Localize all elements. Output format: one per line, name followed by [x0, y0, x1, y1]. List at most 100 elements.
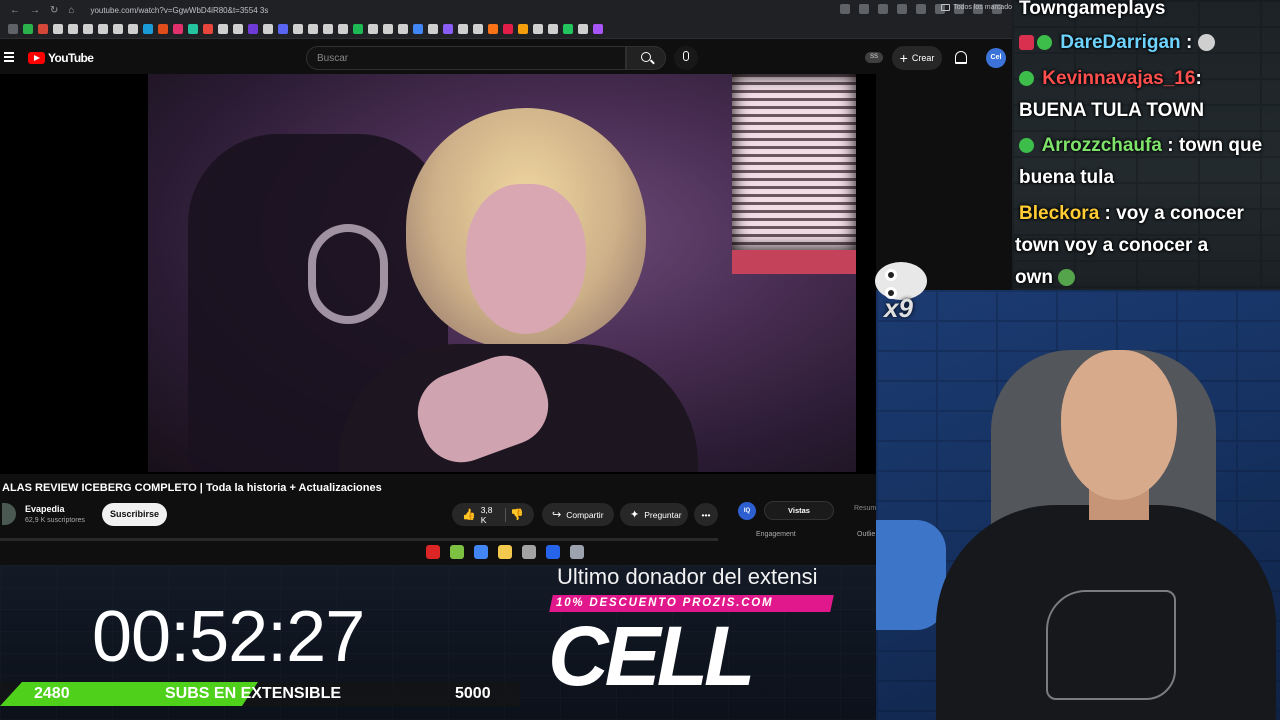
taskbar-app-icon[interactable] — [474, 545, 488, 559]
emote-combo-eyes — [885, 268, 917, 299]
bookmark-favicon-icon[interactable] — [533, 24, 543, 34]
bookmark-favicon-icon[interactable] — [488, 24, 498, 34]
webcam-shirt-print — [1046, 590, 1176, 700]
voice-search-button[interactable] — [674, 46, 698, 70]
bookmark-favicon-icon[interactable] — [518, 24, 528, 34]
taskbar-app-icon[interactable] — [426, 545, 440, 559]
all-bookmarks-folder[interactable]: Todos los marcado — [941, 4, 1012, 11]
taskbar-app-icon[interactable] — [570, 545, 584, 559]
bookmark-favicon-icon[interactable] — [443, 24, 453, 34]
tab-summary[interactable]: Resum — [854, 505, 876, 512]
bookmark-star-icon[interactable] — [878, 4, 888, 14]
share-button[interactable]: ↪ Compartir — [542, 503, 614, 526]
chat-username: Kevinnavajas_16 — [1042, 68, 1196, 89]
bookmark-favicon-icon[interactable] — [173, 24, 183, 34]
bookmark-favicon-icon[interactable] — [113, 24, 123, 34]
bookmark-favicon-icon[interactable] — [578, 24, 588, 34]
engagement-label: Engagement — [756, 531, 796, 538]
extension-icon[interactable] — [897, 4, 907, 14]
bookmark-favicon-icon[interactable] — [503, 24, 513, 34]
share-page-icon[interactable] — [859, 4, 869, 14]
address-bar[interactable]: youtube.com/watch?v=GgwWbD4iR80&t=3554 3… — [90, 6, 268, 15]
youtube-logo[interactable]: YouTube — [28, 51, 94, 65]
bookmark-favicon-icon[interactable] — [143, 24, 153, 34]
taskbar-app-icon[interactable] — [546, 545, 560, 559]
chat-username: DareDarrigan — [1060, 32, 1181, 53]
account-avatar[interactable]: Cel — [986, 48, 1006, 68]
bookmark-favicon-icon[interactable] — [308, 24, 318, 34]
extension-badge[interactable]: SS — [865, 52, 883, 63]
bookmark-favicon-icon[interactable] — [563, 24, 573, 34]
bookmark-favicon-icon[interactable] — [218, 24, 228, 34]
subs-goal-target: 5000 — [455, 685, 491, 702]
bookmark-favicon-icon[interactable] — [188, 24, 198, 34]
bookmark-favicon-icon[interactable] — [23, 24, 33, 34]
bookmark-favicon-icon[interactable] — [548, 24, 558, 34]
like-count[interactable]: 3,8 K — [481, 505, 496, 525]
more-actions-button[interactable]: ••• — [694, 503, 718, 526]
bookmark-favicon-icon[interactable] — [233, 24, 243, 34]
search-input[interactable]: Buscar — [306, 46, 626, 70]
bookmark-favicon-icon[interactable] — [8, 24, 18, 34]
bookmark-favicon-icon[interactable] — [338, 24, 348, 34]
create-label: Crear — [911, 53, 935, 63]
chat-message-line: town voy a conocer a — [1015, 235, 1208, 257]
video-player[interactable] — [0, 74, 876, 474]
thumbs-down-icon[interactable]: 👎 — [510, 509, 524, 520]
bookmark-favicon-icon[interactable] — [53, 24, 63, 34]
create-button[interactable]: + Crear — [892, 46, 942, 70]
bookmark-favicon-icon[interactable] — [68, 24, 78, 34]
thumbs-up-icon[interactable]: 👍 — [462, 509, 476, 520]
like-dislike-group: 👍 3,8 K 👎 — [452, 503, 534, 526]
youtube-play-icon — [28, 52, 45, 64]
outlier-label: Outlie — [857, 531, 876, 538]
chat-message-text: town voy a conocer a — [1015, 235, 1209, 256]
taskbar-app-icon[interactable] — [450, 545, 464, 559]
subscribe-button[interactable]: Suscribirse — [102, 503, 167, 526]
video-frame[interactable] — [148, 74, 856, 472]
zoom-icon[interactable] — [840, 4, 850, 14]
bookmark-favicon-icon[interactable] — [458, 24, 468, 34]
forward-icon[interactable]: → — [30, 5, 40, 16]
bookmark-favicon-icon[interactable] — [383, 24, 393, 34]
bookmark-favicon-icon[interactable] — [413, 24, 423, 34]
notifications-bell-icon[interactable] — [955, 51, 967, 64]
hamburger-menu-icon[interactable] — [4, 52, 14, 62]
back-icon[interactable]: ← — [10, 5, 20, 16]
sparkle-icon: ✦ — [630, 508, 640, 521]
bookmark-favicon-icon[interactable] — [38, 24, 48, 34]
search-button[interactable] — [626, 46, 666, 70]
bookmark-favicon-icon[interactable] — [248, 24, 258, 34]
taskbar-app-icon[interactable] — [498, 545, 512, 559]
bookmark-favicon-icon[interactable] — [98, 24, 108, 34]
bookmark-favicon-icon[interactable] — [593, 24, 603, 34]
bookmark-favicon-icon[interactable] — [428, 24, 438, 34]
last-donor-title: Ultimo donador del extensi — [557, 564, 818, 589]
bookmark-favicon-icon[interactable] — [398, 24, 408, 34]
channel-name[interactable]: Evapedia — [25, 504, 65, 514]
bookmark-favicon-icon[interactable] — [278, 24, 288, 34]
bookmark-favicon-icon[interactable] — [263, 24, 273, 34]
bookmark-favicon-icon[interactable] — [158, 24, 168, 34]
tab-views[interactable]: Vistas — [764, 501, 834, 520]
chat-message-line: BUENA TULA TOWN — [1019, 100, 1204, 122]
folder-icon — [941, 4, 951, 11]
extensible-timer: 00:52:27 — [92, 597, 365, 677]
channel-avatar[interactable] — [2, 503, 16, 525]
extension-icon[interactable] — [916, 4, 926, 14]
bookmark-favicon-icon[interactable] — [293, 24, 303, 34]
bookmark-favicon-icon[interactable] — [128, 24, 138, 34]
bookmark-favicon-icon[interactable] — [473, 24, 483, 34]
bookmark-favicon-icon[interactable] — [368, 24, 378, 34]
ask-button[interactable]: ✦ Preguntar — [620, 503, 688, 526]
bookmark-favicon-icon[interactable] — [83, 24, 93, 34]
bookmark-favicon-icon[interactable] — [353, 24, 363, 34]
taskbar-app-icon[interactable] — [522, 545, 536, 559]
bookmark-favicon-icon[interactable] — [323, 24, 333, 34]
reload-icon[interactable]: ↻ — [50, 5, 58, 16]
vidiq-icon[interactable]: IQ — [738, 502, 756, 520]
home-icon[interactable]: ⌂ — [68, 5, 74, 16]
bookmark-favicon-icon[interactable] — [203, 24, 213, 34]
chat-separator: : — [1195, 68, 1202, 89]
more-dots-icon: ••• — [701, 509, 711, 520]
